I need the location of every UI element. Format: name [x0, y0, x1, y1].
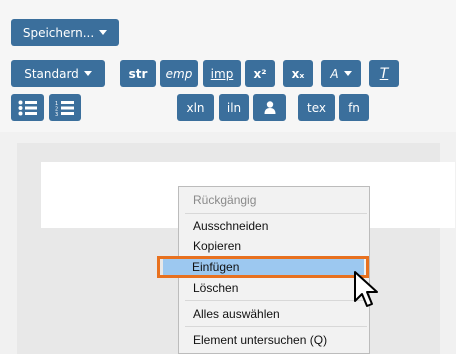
- xln-button[interactable]: xln: [177, 94, 214, 121]
- subscript-button[interactable]: xₓ: [283, 60, 313, 87]
- save-button[interactable]: Speichern...: [11, 19, 119, 46]
- menu-item-label: Löschen: [193, 281, 239, 295]
- menu-item-inspect[interactable]: Element untersuchen (Q): [187, 330, 367, 350]
- emphasis-button[interactable]: emp: [160, 60, 198, 87]
- menu-item-delete[interactable]: Löschen: [187, 278, 367, 298]
- emphasis-label: emp: [165, 66, 193, 81]
- iln-label: iln: [226, 100, 242, 115]
- menu-item-label: Kopieren: [193, 239, 242, 253]
- strong-button[interactable]: str: [120, 60, 156, 87]
- person-icon: [264, 101, 275, 114]
- iln-button[interactable]: iln: [219, 94, 249, 121]
- superscript-button[interactable]: x²: [245, 60, 275, 87]
- font-color-icon: A: [330, 66, 339, 81]
- menu-item-copy[interactable]: Kopieren: [187, 236, 367, 256]
- important-label: imp: [210, 66, 234, 81]
- clear-format-icon: T: [379, 65, 389, 82]
- important-button[interactable]: imp: [203, 60, 241, 87]
- menu-item-undo[interactable]: Rückgängig: [187, 190, 367, 210]
- svg-text:3: 3: [55, 112, 58, 116]
- bullet-list-button[interactable]: [11, 94, 44, 121]
- tex-label: tex: [307, 100, 326, 115]
- bullet-list-icon: [18, 100, 37, 115]
- chevron-down-icon: [99, 30, 108, 35]
- numbered-list-button[interactable]: 1 2 3: [49, 94, 81, 121]
- subscript-icon: xₓ: [291, 66, 305, 81]
- tex-button[interactable]: tex: [298, 94, 335, 121]
- footnote-label: fn: [348, 100, 360, 115]
- menu-item-select-all[interactable]: Alles auswählen: [187, 304, 367, 324]
- menu-item-cut[interactable]: Ausschneiden: [187, 216, 367, 236]
- chevron-down-icon: [343, 71, 352, 76]
- chevron-down-icon: [83, 71, 92, 76]
- menu-separator: [185, 326, 367, 327]
- superscript-icon: x²: [253, 66, 267, 81]
- save-label: Speichern...: [22, 25, 95, 40]
- font-color-button[interactable]: A: [321, 60, 361, 87]
- person-button[interactable]: [253, 94, 286, 121]
- menu-item-label: Ausschneiden: [193, 219, 269, 233]
- numbered-list-icon: 1 2 3: [55, 100, 74, 116]
- menu-item-label: Alles auswählen: [193, 307, 280, 321]
- pointer-cursor-icon: [354, 271, 378, 307]
- style-dropdown[interactable]: Standard: [11, 60, 105, 87]
- xln-label: xln: [186, 100, 205, 115]
- menu-item-label: Rückgängig: [193, 193, 257, 207]
- style-label: Standard: [24, 66, 79, 81]
- clear-format-button[interactable]: T: [369, 60, 399, 87]
- menu-item-label: Element untersuchen (Q): [193, 333, 328, 347]
- strong-label: str: [128, 66, 148, 81]
- footnote-button[interactable]: fn: [339, 94, 369, 121]
- menu-separator: [185, 300, 367, 301]
- menu-separator: [185, 213, 367, 214]
- highlight-outline: [157, 256, 369, 278]
